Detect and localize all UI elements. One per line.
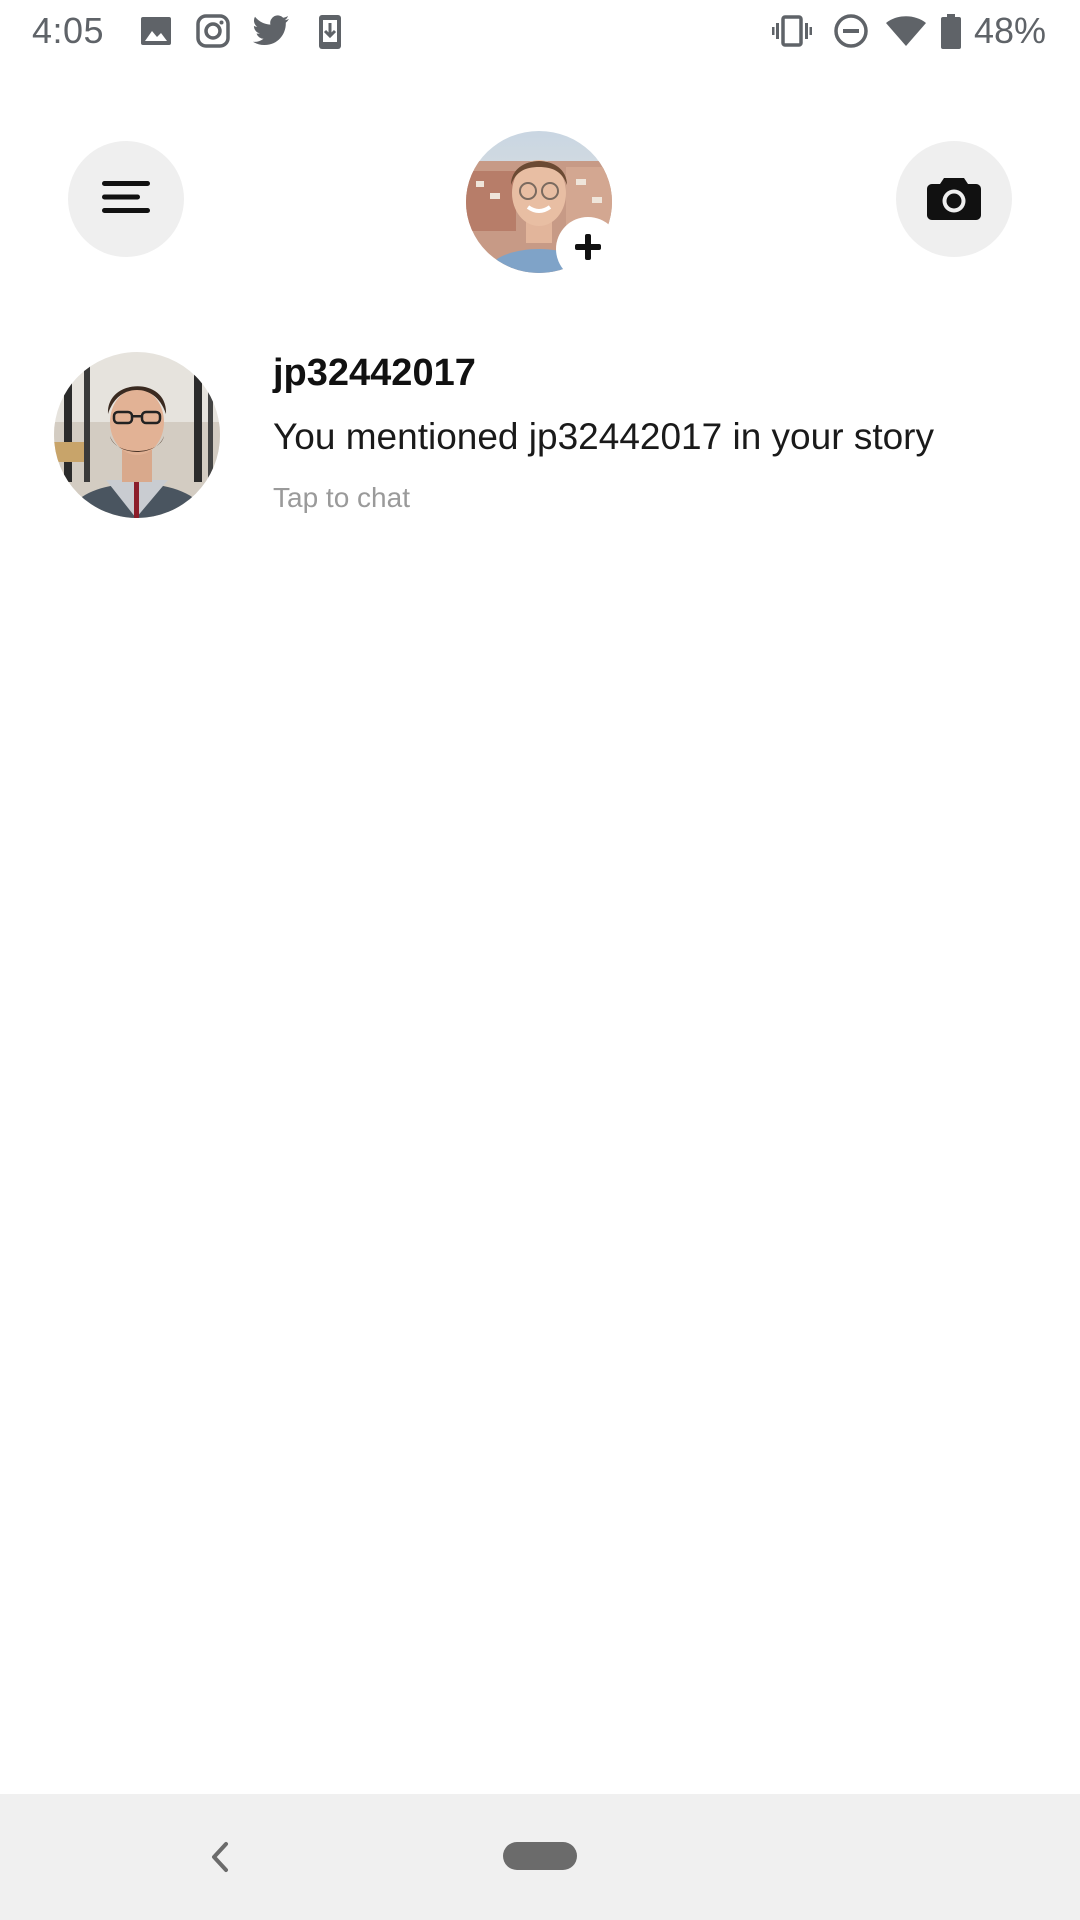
- chat-username: jp32442017: [273, 352, 476, 394]
- home-pill-button[interactable]: [503, 1842, 577, 1870]
- gallery-icon: [140, 14, 172, 48]
- chat-list-item[interactable]: jp32442017 You mentioned jp32442017 in y…: [0, 340, 1080, 530]
- battery-icon: [940, 14, 962, 49]
- chat-avatar: [54, 352, 220, 518]
- camera-button[interactable]: [896, 141, 1012, 257]
- vibrate-icon: [772, 14, 812, 48]
- hamburger-menu-icon: [102, 180, 150, 219]
- screen: 4:05 48% jp32442017 You mentioned jp3244…: [0, 0, 1080, 1920]
- wifi-icon: [886, 14, 926, 48]
- my-story-avatar[interactable]: [466, 131, 618, 279]
- back-icon[interactable]: [200, 1834, 240, 1880]
- twitter-icon: [252, 14, 290, 48]
- instagram-icon: [196, 14, 230, 48]
- menu-button[interactable]: [68, 141, 184, 257]
- add-story-button[interactable]: [558, 219, 618, 279]
- status-time: 4:05: [32, 10, 105, 51]
- chat-hint: Tap to chat: [273, 482, 410, 513]
- status-bar: 4:05 48%: [0, 0, 1080, 64]
- camera-icon: [927, 174, 981, 225]
- battery-percentage: 48%: [973, 10, 1046, 51]
- chat-message-preview: You mentioned jp32442017 in your story: [273, 416, 934, 457]
- download-icon: [316, 14, 344, 49]
- do-not-disturb-icon: [834, 14, 868, 48]
- plus-icon: [574, 233, 602, 266]
- system-nav-bar: [0, 1794, 1080, 1920]
